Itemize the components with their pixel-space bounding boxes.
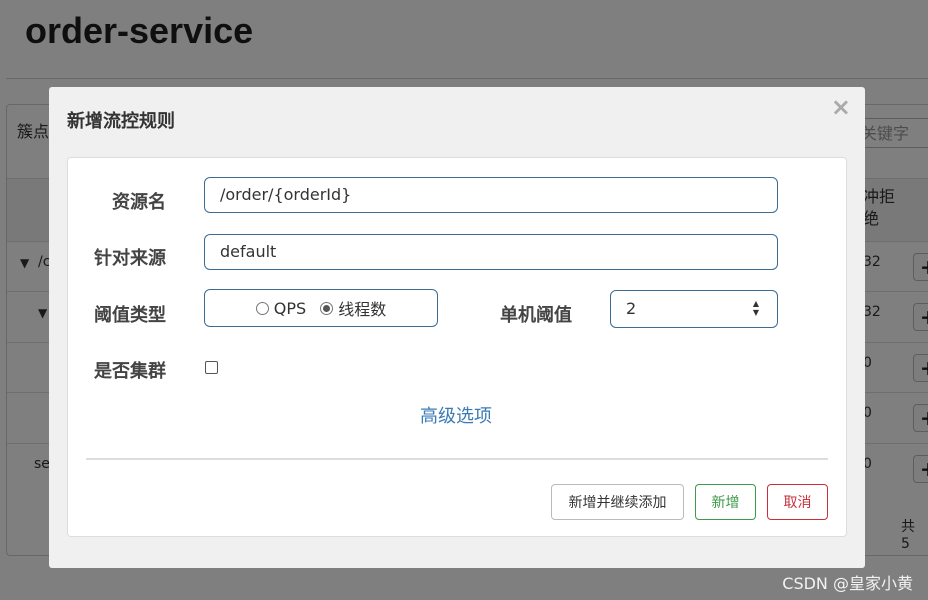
cluster-label: 是否集群 [94,361,166,382]
dialog-divider [86,458,828,460]
advanced-options-link[interactable]: 高级选项 [420,402,492,428]
close-icon[interactable]: × [831,93,851,121]
single-threshold-label: 单机阈值 [500,305,572,326]
radio-option-qps[interactable]: QPS [255,298,307,318]
threshold-type-radio-group: QPS 线程数 [204,289,438,327]
radio-label-threads: 线程数 [338,300,387,319]
resource-name-label: 资源名 [112,192,166,213]
radio-button[interactable] [255,301,269,315]
origin-input[interactable]: default [204,234,778,270]
add-flow-rule-dialog: 新增流控规则 × 资源名 /order/{orderId} 针对来源 defau… [49,87,865,568]
add-button[interactable]: 新增 [695,484,756,520]
radio-button-checked[interactable] [320,301,334,315]
origin-label: 针对来源 [94,248,166,269]
cluster-checkbox[interactable] [205,361,218,374]
resource-name-input[interactable]: /order/{orderId} [204,177,778,213]
cancel-button[interactable]: 取消 [767,484,828,520]
add-and-continue-button[interactable]: 新增并继续添加 [551,484,684,520]
watermark: CSDN @皇家小黄 [782,574,913,593]
radio-option-threads[interactable]: 线程数 [320,296,386,320]
radio-label-qps: QPS [273,298,307,318]
dialog-title: 新增流控规则 [67,111,175,132]
single-threshold-value: 2 [626,299,637,318]
threshold-type-label: 阈值类型 [94,305,166,326]
single-threshold-input[interactable]: 2 ▲ ▼ [610,290,778,328]
dialog-body: 资源名 /order/{orderId} 针对来源 default 阈值类型 Q… [67,157,847,537]
number-spinner-icon[interactable]: ▲ ▼ [749,299,763,317]
